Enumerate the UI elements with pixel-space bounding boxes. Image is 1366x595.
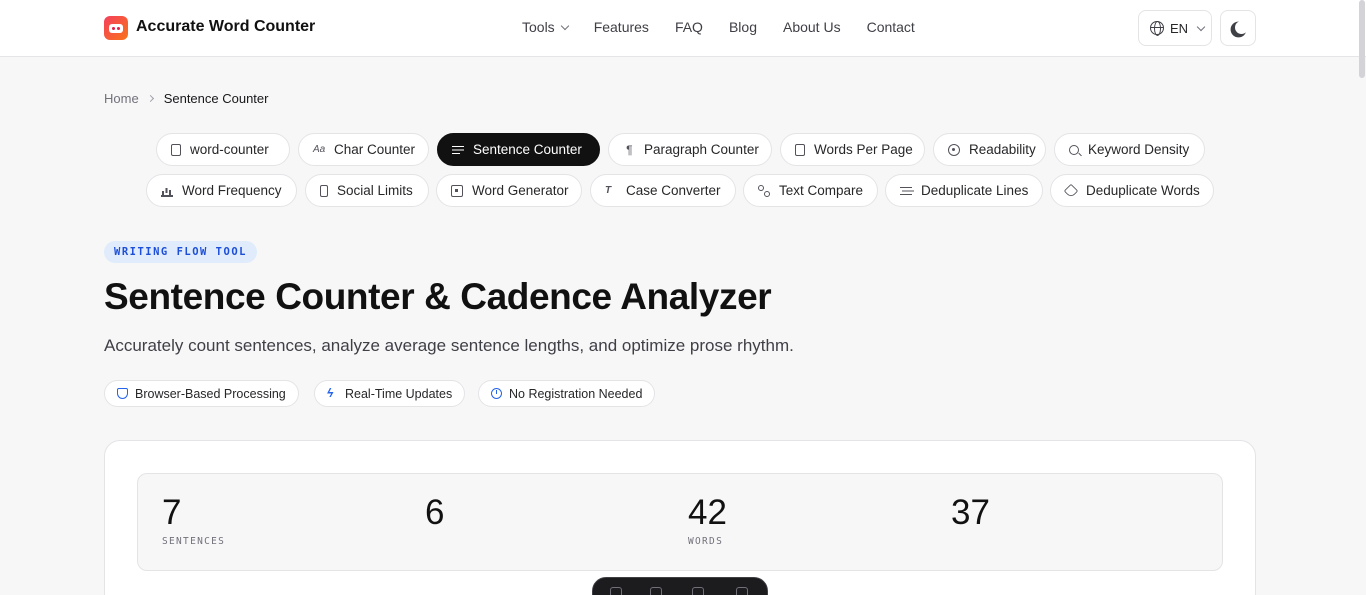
tool-pill-deduplicate-lines[interactable]: Deduplicate Lines <box>885 174 1043 207</box>
chevron-right-icon <box>146 94 154 103</box>
tool-pill-label: Readability <box>969 142 1036 157</box>
document-icon <box>171 143 181 156</box>
tool-pill-label: Sentence Counter <box>473 142 582 157</box>
tool-pill-label: Keyword Density <box>1088 142 1190 157</box>
stat-sentences-label: SENTENCES <box>162 536 226 547</box>
toolbar-list-icon[interactable] <box>692 587 704 595</box>
font-icon: Aa <box>313 143 326 155</box>
site-header: Accurate Word Counter Tools Features FAQ… <box>0 0 1366 57</box>
feature-chip-label: No Registration Needed <box>509 386 643 401</box>
feature-chip-label: Real-Time Updates <box>345 386 453 401</box>
chevron-down-icon <box>1196 22 1206 31</box>
language-selector[interactable]: EN <box>1138 10 1212 46</box>
stat-2-value: 6 <box>425 493 445 532</box>
tool-pill-label: Paragraph Counter <box>644 142 759 157</box>
lightning-icon: ϟ <box>327 386 334 400</box>
tool-pill-case-converter[interactable]: T Case Converter <box>590 174 736 207</box>
tool-pill-word-counter[interactable]: word-counter <box>156 133 290 166</box>
toolbar-settings-icon[interactable] <box>736 587 748 595</box>
feature-chip-no-registration: No Registration Needed <box>478 380 656 407</box>
bar-chart-icon <box>161 185 173 197</box>
tool-pill-label: Social Limits <box>337 183 413 198</box>
breadcrumb-current: Sentence Counter <box>163 91 269 106</box>
tool-pill-label: Deduplicate Lines <box>921 183 1029 198</box>
nav-about-us[interactable]: About Us <box>783 19 841 35</box>
nav-tools[interactable]: Tools <box>522 19 569 35</box>
tool-pill-keyword-density[interactable]: Keyword Density <box>1054 133 1205 166</box>
robot-face-icon <box>109 23 123 33</box>
phone-icon <box>320 184 328 197</box>
stat-words-label: WORDS <box>688 536 724 547</box>
chevron-down-icon <box>560 21 569 30</box>
feature-chip-browser: Browser-Based Processing <box>104 380 299 407</box>
case-icon: T <box>605 184 612 196</box>
tag-icon <box>1063 183 1079 198</box>
tool-pill-char-counter[interactable]: Aa Char Counter <box>298 133 429 166</box>
tool-pill-text-compare[interactable]: Text Compare <box>743 174 878 207</box>
book-icon <box>795 143 805 156</box>
logo-icon[interactable] <box>104 16 128 40</box>
tool-pill-social-limits[interactable]: Social Limits <box>305 174 429 207</box>
feature-chip-label: Browser-Based Processing <box>135 386 286 401</box>
language-label: EN <box>1170 20 1189 36</box>
moon-icon <box>1235 21 1248 34</box>
theme-toggle-button[interactable] <box>1220 10 1256 46</box>
toolbar-pen-icon[interactable] <box>650 587 662 595</box>
stat-4-value: 37 <box>951 493 990 532</box>
stat-sentences-value: 7 <box>162 493 182 532</box>
tool-pill-label: Words Per Page <box>814 142 913 157</box>
tool-pill-label: Case Converter <box>626 183 721 198</box>
page-subtitle: Accurately count sentences, analyze aver… <box>104 336 794 355</box>
category-badge: WRITING FLOW TOOL <box>104 241 257 263</box>
tool-pill-label: Char Counter <box>334 142 416 157</box>
tool-pill-deduplicate-words[interactable]: Deduplicate Words <box>1050 174 1214 207</box>
nav-features[interactable]: Features <box>594 19 649 35</box>
globe-icon <box>1150 21 1164 36</box>
nav-contact[interactable]: Contact <box>867 19 915 35</box>
stats-panel <box>137 473 1223 571</box>
tool-pill-label: Word Frequency <box>182 183 282 198</box>
search-icon <box>1069 144 1079 155</box>
stat-words-value: 42 <box>688 493 727 532</box>
nav-tools-label: Tools <box>522 19 555 35</box>
breadcrumb-home[interactable]: Home <box>104 91 139 106</box>
tool-pill-sentence-counter[interactable]: Sentence Counter <box>437 133 600 166</box>
page-title: Sentence Counter & Cadence Analyzer <box>104 276 772 317</box>
nav-faq[interactable]: FAQ <box>675 19 703 35</box>
pilcrow-icon: ¶ <box>625 142 633 157</box>
text-lines-icon <box>452 144 464 156</box>
tool-pill-paragraph-counter[interactable]: ¶ Paragraph Counter <box>608 133 772 166</box>
tool-pill-word-frequency[interactable]: Word Frequency <box>146 174 297 207</box>
tool-pill-label: Deduplicate Words <box>1086 183 1200 198</box>
list-icon <box>900 185 912 197</box>
dice-icon <box>451 184 463 197</box>
main-nav: Tools Features FAQ Blog About Us Contact <box>522 19 915 35</box>
clock-icon <box>491 388 502 399</box>
feature-chip-realtime: ϟ Real-Time Updates <box>314 380 466 407</box>
brand-name[interactable]: Accurate Word Counter <box>136 18 315 36</box>
tool-pill-word-generator[interactable]: Word Generator <box>436 174 582 207</box>
compare-icon <box>758 184 770 197</box>
tool-pill-words-per-page[interactable]: Words Per Page <box>780 133 925 166</box>
nav-blog[interactable]: Blog <box>729 19 757 35</box>
shield-icon <box>117 388 128 399</box>
tool-pill-readability[interactable]: Readability <box>933 133 1046 166</box>
tool-pill-label: word-counter <box>190 142 269 157</box>
scrollbar-thumb[interactable] <box>1359 0 1365 78</box>
breadcrumb: Home Sentence Counter <box>104 91 268 106</box>
tool-pill-label: Text Compare <box>779 183 864 198</box>
gauge-icon <box>948 143 960 156</box>
tool-pill-label: Word Generator <box>472 183 569 198</box>
toolbar-font-icon[interactable] <box>610 587 622 595</box>
